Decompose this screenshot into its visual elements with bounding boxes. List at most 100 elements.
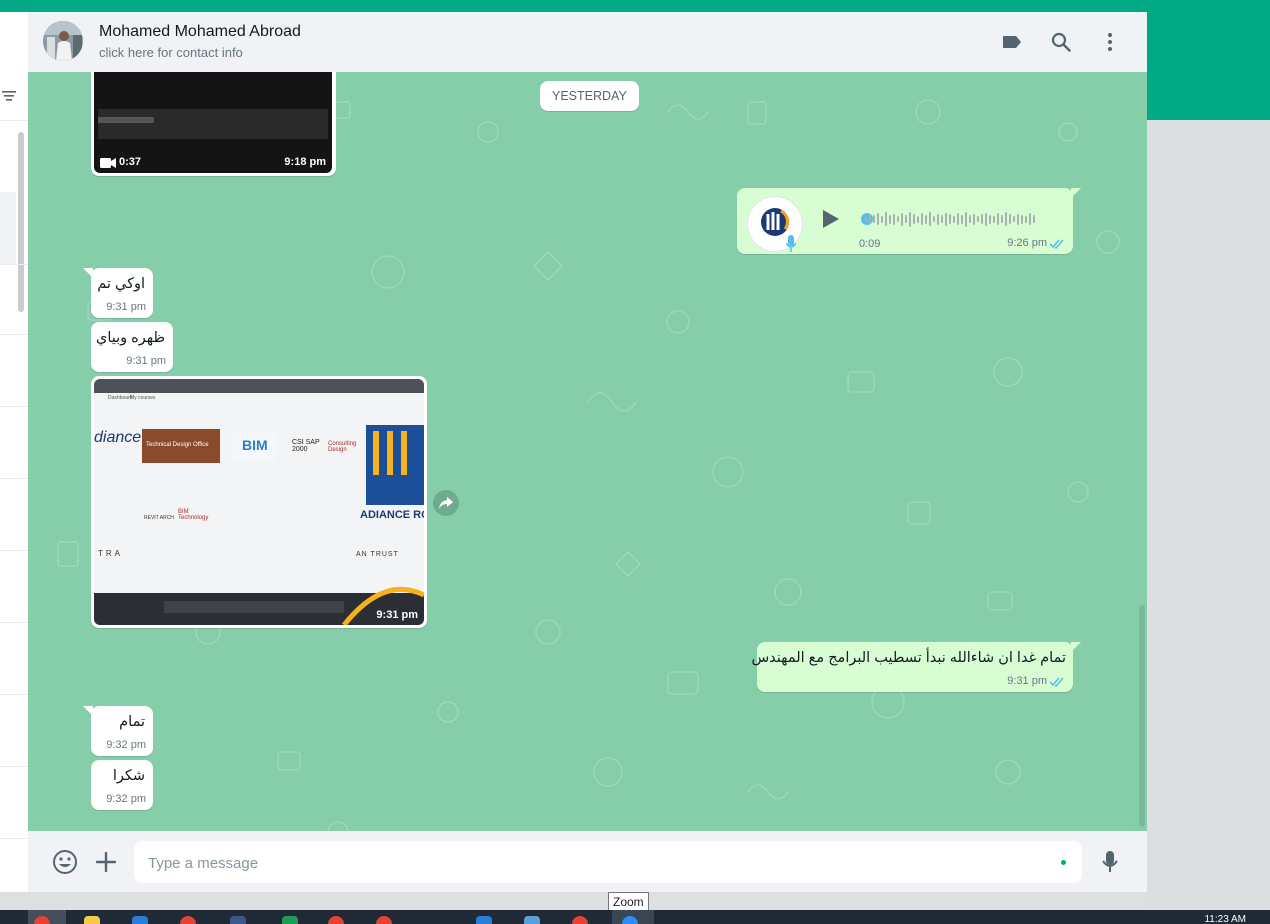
message-bubble[interactable]: ظهره وبياي 9:31 pm: [91, 322, 173, 372]
waveform-bar: [1009, 214, 1011, 224]
message-time: 9:31 pm: [376, 609, 418, 621]
waveform-bar: [965, 211, 967, 227]
microphone-icon[interactable]: [1097, 849, 1123, 875]
message-time: 9:31 pm: [1007, 675, 1047, 687]
sidebar-divider: [0, 694, 28, 695]
message-text: تمام: [119, 714, 145, 730]
photo-screen-text: ADIANCE ROUP: [360, 509, 424, 521]
contact-avatar[interactable]: [43, 21, 83, 61]
photo-screen-text: CSI SAP 2000: [292, 439, 320, 453]
waveform-bar: [881, 215, 883, 223]
bubble-tail: [1071, 188, 1081, 198]
message-input-box[interactable]: [134, 841, 1082, 885]
audio-waveform[interactable]: [865, 210, 1061, 228]
waveform-bar: [917, 215, 919, 223]
composer-bar: [28, 831, 1147, 892]
waveform-bar: [889, 214, 891, 224]
waveform-bar: [865, 216, 867, 222]
avatar-photo: [43, 21, 83, 61]
video-camera-icon: [100, 158, 116, 168]
sidebar-divider: [0, 838, 28, 839]
folder-icon[interactable]: [84, 916, 100, 924]
photo-message[interactable]: Dashboard My courses Technical Design Of…: [91, 376, 427, 628]
search-icon[interactable]: [1049, 30, 1073, 54]
message-bubble[interactable]: تمام غدا ان شاءالله نبدأ تسطيب البرامج م…: [751, 642, 1081, 692]
message-text: اوكي تم: [97, 276, 145, 292]
video-message[interactable]: 0:37 9:18 pm: [91, 72, 336, 176]
message-time: 9:31 pm: [106, 301, 146, 313]
photo-screen-text: REVIT ARCH: [144, 515, 174, 521]
waveform-bar: [969, 215, 971, 223]
chrome-icon[interactable]: [572, 916, 588, 924]
photo-screen-text: AN TRUST: [356, 551, 399, 558]
play-icon[interactable]: [819, 208, 841, 230]
waveform-bar: [1013, 216, 1015, 222]
message-pane[interactable]: YESTERDAY 0:37 9:18 pm 0:09 9:26 pm اوكي…: [28, 72, 1147, 831]
forward-icon[interactable]: [433, 490, 459, 516]
menu-icon[interactable]: [1098, 30, 1122, 54]
store-icon[interactable]: [132, 916, 148, 924]
desktop-background: [1147, 120, 1270, 910]
sender-avatar: [747, 196, 803, 252]
waveform-bar: [1029, 213, 1031, 225]
emoji-icon[interactable]: [52, 849, 78, 875]
video-frame-detail: [98, 109, 328, 139]
os-taskbar: 11:23 AM: [0, 910, 1270, 924]
photo-screen-text: Dashboard: [108, 395, 133, 401]
message-bubble[interactable]: اوكي تم 9:31 pm: [83, 268, 153, 318]
voice-message[interactable]: 0:09 9:26 pm: [737, 188, 1081, 254]
video-thumbnail[interactable]: 0:37 9:18 pm: [94, 72, 332, 173]
bubble-tail: [1071, 642, 1081, 652]
waveform-bar: [957, 213, 959, 225]
contact-name[interactable]: Mohamed Mohamed Abroad: [99, 23, 301, 41]
message-time: 9:31 pm: [126, 355, 166, 367]
label-icon[interactable]: [1000, 30, 1024, 54]
message-text: ظهره وبياي: [95, 330, 165, 346]
waveform-bar: [897, 216, 899, 222]
message-time: 9:18 pm: [284, 156, 326, 168]
chrome-icon[interactable]: [328, 916, 344, 924]
sidebar-divider: [0, 622, 28, 623]
contact-info-hint[interactable]: click here for contact info: [99, 45, 243, 60]
message-input[interactable]: [146, 841, 1050, 885]
app-icon[interactable]: [230, 916, 246, 924]
photo-screen-text: My courses: [130, 395, 156, 401]
message-bubble[interactable]: شكرا 9:32 pm: [91, 760, 153, 810]
message-text: شكرا: [112, 768, 145, 784]
chat-list-sidebar: [0, 12, 29, 892]
waveform-bar: [1017, 213, 1019, 225]
photo-screen-text: diance: [94, 429, 142, 446]
waveform-bar: [941, 215, 943, 223]
photo-screen-text: BIM Technology: [178, 509, 209, 521]
waveform-bar: [873, 215, 875, 223]
selected-chat-highlight[interactable]: [0, 192, 16, 264]
app-icon[interactable]: [476, 916, 492, 924]
waveform-bar: [985, 212, 987, 226]
message-time: 9:32 pm: [106, 739, 146, 751]
waveform-bar: [989, 214, 991, 224]
chrome-icon[interactable]: [180, 916, 196, 924]
audio-duration: 0:09: [859, 238, 881, 250]
filter-icon[interactable]: [2, 90, 16, 102]
sidebar-divider: [0, 334, 28, 335]
message-bubble[interactable]: تمام 9:32 pm: [83, 706, 153, 756]
app-icon[interactable]: [524, 916, 540, 924]
chrome-icon[interactable]: [376, 916, 392, 924]
excel-icon[interactable]: [282, 916, 298, 924]
waveform-bar: [945, 212, 947, 226]
waveform-bar: [869, 214, 871, 224]
waveform-bar: [913, 214, 915, 224]
waveform-bar: [993, 215, 995, 223]
waveform-bar: [877, 213, 879, 225]
sidebar-divider: [0, 550, 28, 551]
attach-plus-icon[interactable]: [93, 849, 119, 875]
waveform-bar: [949, 214, 951, 224]
conversation-header[interactable]: Mohamed Mohamed Abroad click here for co…: [28, 12, 1147, 73]
waveform-bar: [937, 213, 939, 225]
photo-thumbnail[interactable]: Dashboard My courses Technical Design Of…: [94, 379, 424, 625]
sidebar-scrollbar[interactable]: [18, 132, 24, 312]
chat-scrollbar[interactable]: [1139, 605, 1145, 827]
waveform-bar: [1025, 215, 1027, 223]
bubble-tail: [83, 268, 93, 278]
bubble-tail: [83, 706, 93, 716]
